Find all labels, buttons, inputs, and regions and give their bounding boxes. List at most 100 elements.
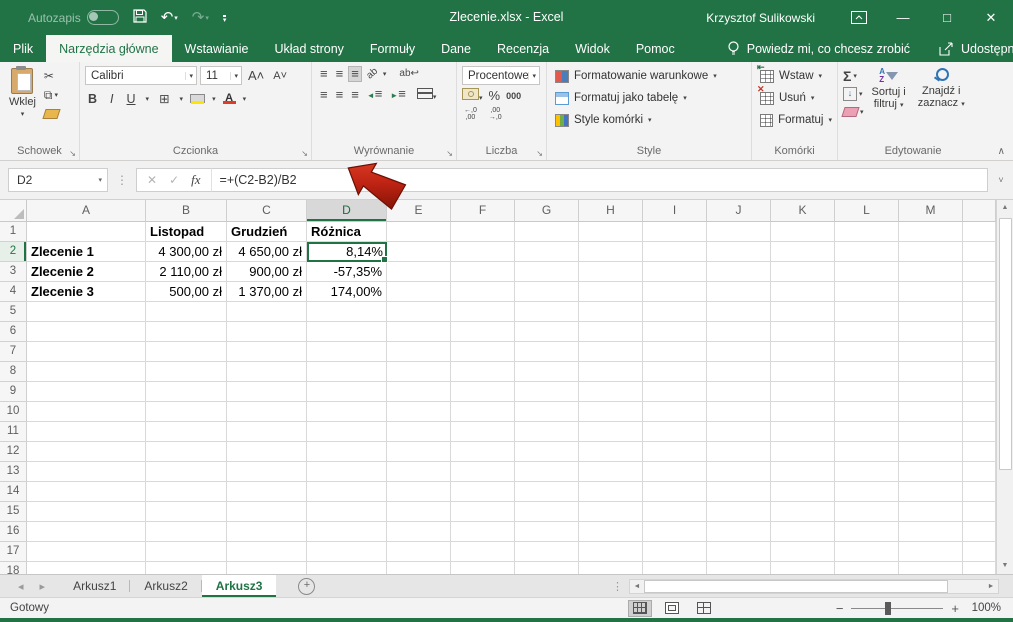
cell-I16[interactable]: [643, 522, 707, 542]
cell-styles-button[interactable]: Style komórki▾: [555, 110, 746, 130]
cell-B6[interactable]: [146, 322, 227, 342]
cell-B9[interactable]: [146, 382, 227, 402]
cell-M17[interactable]: [899, 542, 963, 562]
cell-F6[interactable]: [451, 322, 515, 342]
cell-M15[interactable]: [899, 502, 963, 522]
cell-H1[interactable]: [579, 222, 643, 242]
cell-I10[interactable]: [643, 402, 707, 422]
cell-H10[interactable]: [579, 402, 643, 422]
cell-H16[interactable]: [579, 522, 643, 542]
cell-D8[interactable]: [307, 362, 387, 382]
cell-M12[interactable]: [899, 442, 963, 462]
column-header-C[interactable]: C: [227, 200, 307, 222]
cell-G13[interactable]: [515, 462, 579, 482]
italic-button[interactable]: I: [107, 90, 116, 108]
cell-H9[interactable]: [579, 382, 643, 402]
cell-G1[interactable]: [515, 222, 579, 242]
cell-M18[interactable]: [899, 562, 963, 574]
cell-J1[interactable]: [707, 222, 771, 242]
row-header-13[interactable]: 13: [0, 462, 27, 482]
cell-E11[interactable]: [387, 422, 451, 442]
column-header-G[interactable]: G: [515, 200, 579, 222]
cell-J16[interactable]: [707, 522, 771, 542]
cell-C10[interactable]: [227, 402, 307, 422]
tab-recenzja[interactable]: Recenzja: [484, 35, 562, 62]
cell-J10[interactable]: [707, 402, 771, 422]
cell-L13[interactable]: [835, 462, 899, 482]
cell-M2[interactable]: [899, 242, 963, 262]
font-color-dropdown-icon[interactable]: ▾: [243, 95, 247, 103]
autosum-button[interactable]: Σ▾: [843, 68, 864, 83]
cell-H13[interactable]: [579, 462, 643, 482]
cell-H3[interactable]: [579, 262, 643, 282]
cell-E8[interactable]: [387, 362, 451, 382]
autosave-toggle[interactable]: Autozapis: [28, 10, 119, 25]
orientation-button[interactable]: ab: [361, 62, 384, 85]
format-painter-button[interactable]: [44, 106, 59, 122]
cell-B16[interactable]: [146, 522, 227, 542]
row-header-11[interactable]: 11: [0, 422, 27, 442]
copy-button[interactable]: ⧉▾: [44, 87, 59, 103]
cell-L2[interactable]: [835, 242, 899, 262]
cell-A18[interactable]: [27, 562, 146, 574]
ribbon-display-options-button[interactable]: [837, 0, 881, 35]
cell-G17[interactable]: [515, 542, 579, 562]
cell-G11[interactable]: [515, 422, 579, 442]
cell-I9[interactable]: [643, 382, 707, 402]
cell-M6[interactable]: [899, 322, 963, 342]
cell-D5[interactable]: [307, 302, 387, 322]
tab-widok[interactable]: Widok: [562, 35, 623, 62]
undo-dropdown-icon[interactable]: ▾: [174, 15, 178, 22]
column-header-H[interactable]: H: [579, 200, 643, 222]
cell-A2[interactable]: Zlecenie 1: [27, 242, 146, 262]
name-box-dropdown-icon[interactable]: ▾: [98, 176, 107, 184]
autosave-switch-icon[interactable]: [87, 10, 119, 25]
cell-F15[interactable]: [451, 502, 515, 522]
row-header-12[interactable]: 12: [0, 442, 27, 462]
cell-A10[interactable]: [27, 402, 146, 422]
number-dialog-launcher-icon[interactable]: ↘: [536, 149, 543, 158]
cell-G16[interactable]: [515, 522, 579, 542]
cell-C8[interactable]: [227, 362, 307, 382]
cell-G8[interactable]: [515, 362, 579, 382]
cell-E7[interactable]: [387, 342, 451, 362]
cell-D3[interactable]: -57,35%: [307, 262, 387, 282]
column-header-partial[interactable]: [963, 200, 996, 222]
cell-M13[interactable]: [899, 462, 963, 482]
merge-center-button[interactable]: ▾: [417, 88, 437, 102]
cell-F9[interactable]: [451, 382, 515, 402]
sheet-tab-arkusz3[interactable]: Arkusz3: [202, 575, 277, 597]
cell-B12[interactable]: [146, 442, 227, 462]
column-header-L[interactable]: L: [835, 200, 899, 222]
vertical-scrollbar-thumb[interactable]: [999, 218, 1012, 470]
cell-I3[interactable]: [643, 262, 707, 282]
row-header-6[interactable]: 6: [0, 322, 27, 342]
cell-M9[interactable]: [899, 382, 963, 402]
cell-D1[interactable]: Różnica: [307, 222, 387, 242]
cell-C9[interactable]: [227, 382, 307, 402]
cell-E5[interactable]: [387, 302, 451, 322]
cell-I4[interactable]: [643, 282, 707, 302]
cell-H12[interactable]: [579, 442, 643, 462]
next-sheet-icon[interactable]: ▸: [40, 580, 46, 593]
cell-C4[interactable]: 1 370,00 zł: [227, 282, 307, 302]
cell-B10[interactable]: [146, 402, 227, 422]
align-middle-button[interactable]: ≡: [333, 66, 347, 82]
cell-B17[interactable]: [146, 542, 227, 562]
cell-B15[interactable]: [146, 502, 227, 522]
cell-B14[interactable]: [146, 482, 227, 502]
cell-F8[interactable]: [451, 362, 515, 382]
cell-F17[interactable]: [451, 542, 515, 562]
conditional-formatting-button[interactable]: Formatowanie warunkowe▾: [555, 66, 746, 86]
cell-K15[interactable]: [771, 502, 835, 522]
fill-button[interactable]: ↓▾: [843, 86, 864, 101]
cell-F16[interactable]: [451, 522, 515, 542]
cell-G12[interactable]: [515, 442, 579, 462]
cell-D10[interactable]: [307, 402, 387, 422]
align-center-button[interactable]: ≡: [333, 87, 347, 103]
cell-J9[interactable]: [707, 382, 771, 402]
cell-L12[interactable]: [835, 442, 899, 462]
cell-A16[interactable]: [27, 522, 146, 542]
undo-button[interactable]: ↶▾: [161, 10, 178, 26]
cell-C11[interactable]: [227, 422, 307, 442]
